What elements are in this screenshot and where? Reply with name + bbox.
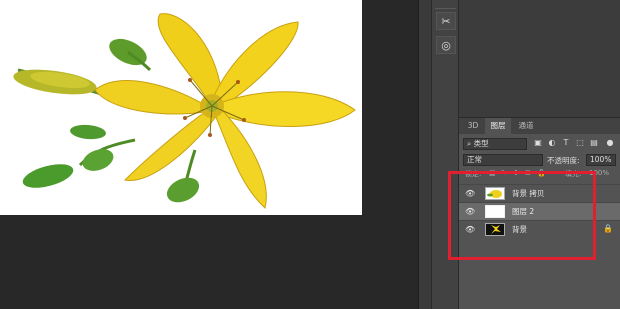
lily-image xyxy=(0,0,362,215)
opacity-value: 100% xyxy=(590,155,612,164)
blend-mode-select[interactable]: 正常 xyxy=(463,154,543,166)
filter-kind-label: 类型 xyxy=(473,139,489,148)
type-filter-icon[interactable]: T xyxy=(561,138,571,148)
tab-3d[interactable]: 3D xyxy=(463,118,483,134)
opacity-field[interactable]: 100% xyxy=(586,154,616,166)
document-canvas[interactable] xyxy=(0,0,418,309)
blend-mode-value: 正常 xyxy=(467,155,482,164)
highlight-annotation xyxy=(448,171,596,260)
panel-splitter[interactable] xyxy=(418,0,431,309)
opacity-label: 不透明度: xyxy=(547,156,580,165)
smart-object-filter-icon[interactable]: ▤ xyxy=(589,138,599,148)
strip-divider xyxy=(435,8,456,9)
adjustment-filter-icon[interactable]: ◐ xyxy=(547,138,557,148)
layer-filter-row: ⌕ 类型 ▣ ◐ T ⬚ ▤ ● xyxy=(459,136,620,152)
collapsed-panels-strip: ✂ ◎ xyxy=(431,0,459,309)
lock-icon: 🔒 xyxy=(603,224,613,233)
tools-icon[interactable]: ✂ xyxy=(436,12,456,30)
tab-channels[interactable]: 通道 xyxy=(513,118,539,134)
filter-toggle-icon[interactable]: ● xyxy=(605,138,615,148)
panel-tabs: 3D 图层 通道 xyxy=(459,118,620,134)
search-icon: ⌕ xyxy=(467,139,474,148)
layers-panel-dock: 3D 图层 通道 ⌕ 类型 ▣ ◐ T ⬚ ▤ ● 正常 不透明度: 100% … xyxy=(458,0,620,309)
3d-object-icon[interactable]: ◎ xyxy=(436,36,456,54)
blend-row: 正常 不透明度: 100% xyxy=(459,153,620,167)
filter-kind-select[interactable]: ⌕ 类型 xyxy=(463,138,527,150)
tab-layers[interactable]: 图层 xyxy=(485,118,511,134)
panel-top-area xyxy=(459,0,620,118)
lily-illustration xyxy=(13,13,356,209)
pixel-filter-icon[interactable]: ▣ xyxy=(533,138,543,148)
shape-filter-icon[interactable]: ⬚ xyxy=(575,138,585,148)
